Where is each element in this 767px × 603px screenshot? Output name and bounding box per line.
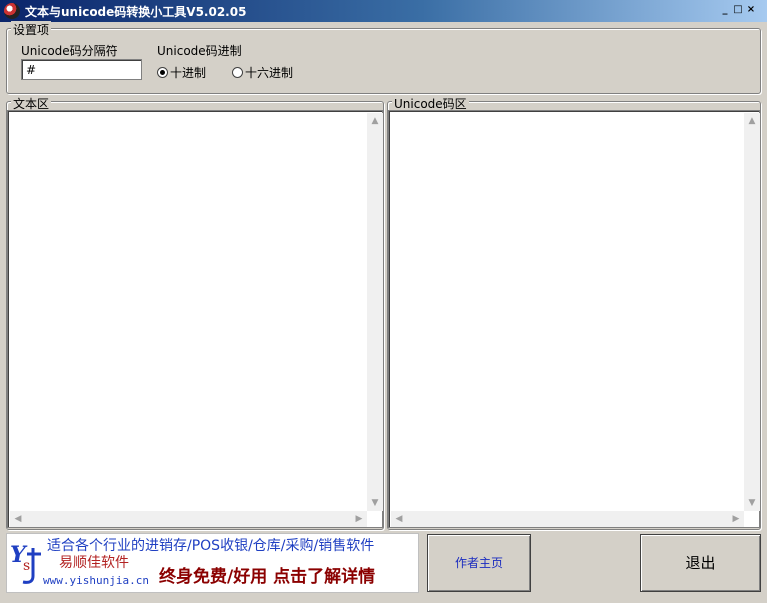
svg-text:s: s <box>23 558 30 574</box>
exit-button[interactable]: 退出 <box>640 534 761 592</box>
radio-decimal-label: 十进制 <box>170 66 207 80</box>
scroll-left-icon[interactable]: ◀ <box>10 511 26 527</box>
main-window: 文本与unicode码转换小工具V5.02.05 _ □ × 设置项 Unico… <box>0 0 767 603</box>
window-title: 文本与unicode码转换小工具V5.02.05 <box>25 5 247 19</box>
ad-slogan: 终身免费/好用 点击了解详情 <box>159 567 376 587</box>
close-icon[interactable]: × <box>744 4 758 17</box>
ad-url[interactable]: www.yishunjia.cn <box>43 574 149 587</box>
radio-selected-icon <box>157 67 168 78</box>
text-vertical-scrollbar[interactable]: ▲ ▼ <box>367 113 383 511</box>
scroll-up-icon[interactable]: ▲ <box>367 113 383 129</box>
text-input-area[interactable] <box>10 113 367 511</box>
app-icon[interactable] <box>4 3 20 19</box>
ad-brand: 易顺佳软件 <box>59 555 129 571</box>
ad-banner[interactable]: Y s 适合各个行业的进销存/POS收银/仓库/采购/销售软件 易顺佳软件 ww… <box>6 533 419 593</box>
scroll-right-icon[interactable]: ▶ <box>351 511 367 527</box>
radio-unselected-icon <box>232 67 243 78</box>
maximize-icon[interactable]: □ <box>731 4 745 17</box>
scroll-down-icon[interactable]: ▼ <box>744 495 760 511</box>
unicode-horizontal-scrollbar[interactable]: ◀ ▶ <box>391 511 744 527</box>
unicode-vertical-scrollbar[interactable]: ▲ ▼ <box>744 113 760 511</box>
scroll-right-icon[interactable]: ▶ <box>728 511 744 527</box>
scroll-up-icon[interactable]: ▲ <box>744 113 760 129</box>
text-area-pane: ▲ ▼ ◀ ▶ <box>7 110 383 528</box>
minimize-icon[interactable]: _ <box>718 4 732 17</box>
title-bar[interactable]: 文本与unicode码转换小工具V5.02.05 _ □ × <box>0 0 767 22</box>
unicode-input-area[interactable] <box>391 113 744 511</box>
base-label: Unicode码进制 <box>157 44 242 58</box>
separator-label: Unicode码分隔符 <box>21 44 118 58</box>
radio-decimal[interactable]: 十进制 <box>157 64 206 81</box>
radio-hex-label: 十六进制 <box>245 66 294 80</box>
separator-input[interactable] <box>21 59 142 80</box>
unicode-area-pane: ▲ ▼ ◀ ▶ <box>388 110 760 528</box>
scroll-down-icon[interactable]: ▼ <box>367 495 383 511</box>
radio-hex[interactable]: 十六进制 <box>232 64 293 81</box>
settings-group-label: 设置项 <box>11 21 52 38</box>
author-home-button[interactable]: 作者主页 <box>427 534 531 592</box>
text-horizontal-scrollbar[interactable]: ◀ ▶ <box>10 511 367 527</box>
scroll-left-icon[interactable]: ◀ <box>391 511 407 527</box>
